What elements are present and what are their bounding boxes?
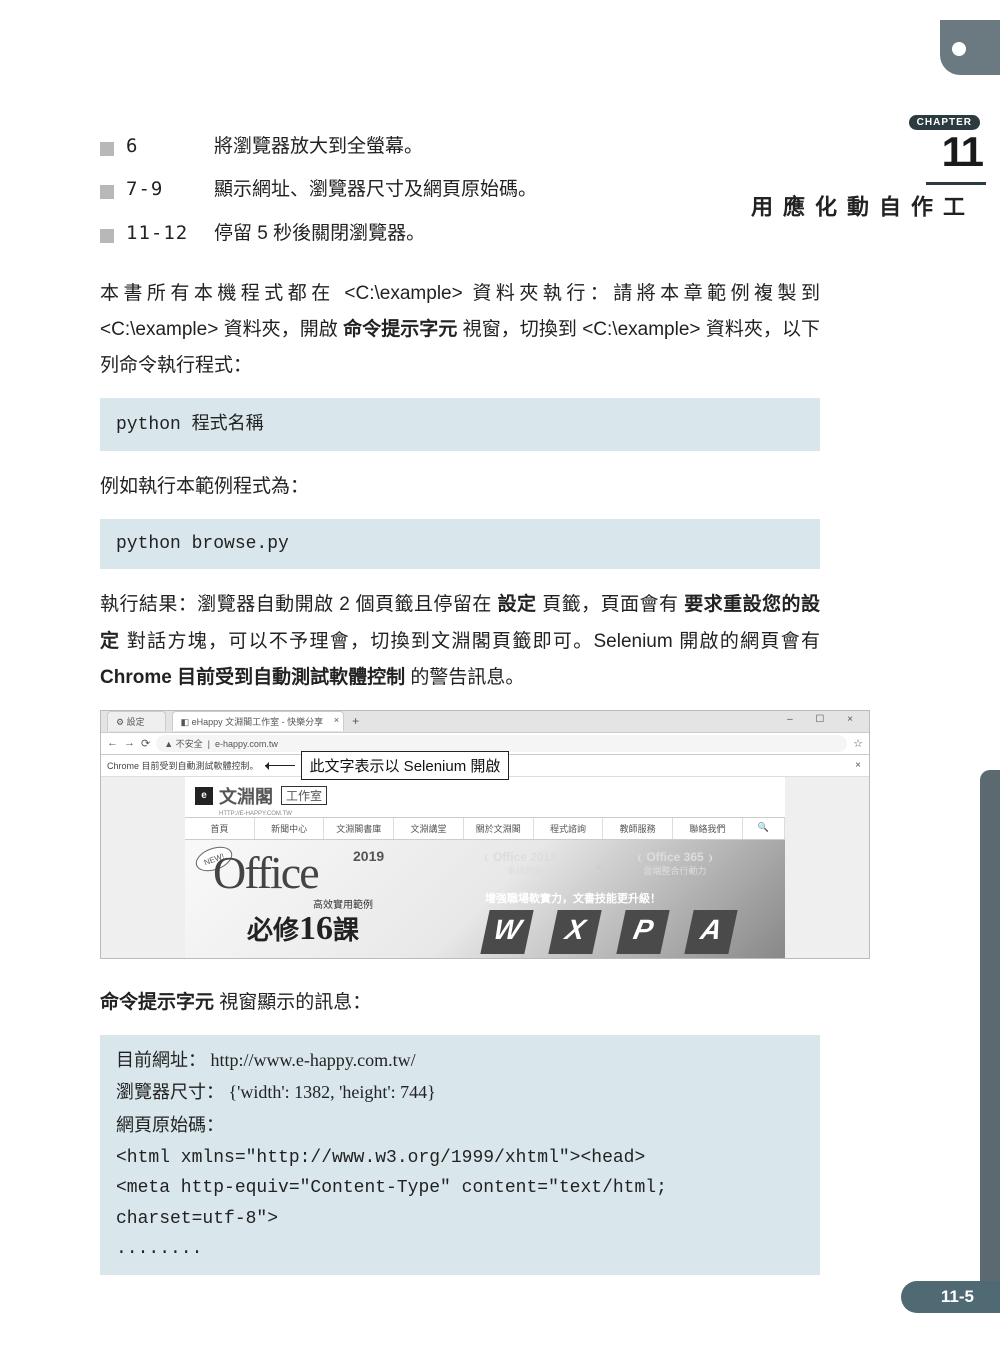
office-wordmark: Office xyxy=(213,846,318,899)
list-item: 7-9 顯示網址、瀏覽器尺寸及網頁原始碼。 xyxy=(100,173,820,206)
browser-tab-ehappy[interactable]: ◧ eHappy 文淵閣工作室 - 快樂分享 × xyxy=(172,711,345,731)
logo-mark-icon: e xyxy=(195,787,213,805)
hero-banner: NEW! Office 2019 高效實用範例 必修16課 ❨ Office 2… xyxy=(185,840,785,958)
nav-item[interactable]: 聯絡我們 xyxy=(673,818,743,839)
paragraph-cmd-output: 命令提示字元 視窗顯示的訊息： xyxy=(100,985,820,1021)
nav-item[interactable]: 首頁 xyxy=(185,818,255,839)
code-block-python-browse: python browse.py xyxy=(100,519,820,570)
laurel-right: ❨ Office 365 ❩ 雲端整合行動力 xyxy=(615,850,735,877)
nav-item[interactable]: 文淵講堂 xyxy=(394,818,464,839)
nav-item[interactable]: 程式諮詢 xyxy=(534,818,604,839)
line-desc: 顯示網址、瀏覽器尺寸及網頁原始碼。 xyxy=(214,174,537,206)
paragraph-result: 執行結果：瀏覽器自動開啟 2 個頁籤且停留在 設定 頁籤，頁面會有 要求重設您的… xyxy=(100,587,820,695)
app-letter-tiles: W X P A xyxy=(485,910,733,954)
square-bullet-icon xyxy=(100,229,114,243)
chapter-number: 11 xyxy=(942,128,982,176)
code-block-output: 目前網址： http://www.e-happy.com.tw/ 瀏覽器尺寸： … xyxy=(100,1035,820,1275)
automation-warning-text: Chrome 目前受到自動測試軟體控制。 xyxy=(107,759,259,772)
laurel-left: ❨ Office 2019 ❩ 重磅更新 xyxy=(465,850,585,877)
site-nav: 首頁 新聞中心 文淵閣書庫 文淵講堂 關於文淵閣 程式諮詢 教師服務 聯絡我們 … xyxy=(185,817,785,840)
search-icon[interactable]: 🔍 xyxy=(743,818,785,839)
page-number: 11-5 xyxy=(901,1281,1000,1313)
square-bullet-icon xyxy=(100,185,114,199)
list-item: 11-12 停留 5 秒後關閉瀏覽器。 xyxy=(100,217,820,250)
browser-screenshot: ⚙ 設定 ◧ eHappy 文淵閣工作室 - 快樂分享 × + – ☐ × ← … xyxy=(100,710,870,959)
side-dark-bar xyxy=(980,770,1000,1290)
side-notch-decoration xyxy=(940,20,1000,75)
list-item: 6 將瀏覽器放大到全螢幕。 xyxy=(100,130,820,163)
letter-tile: W xyxy=(480,910,533,954)
automation-info-bar: Chrome 目前受到自動測試軟體控制。 此文字表示以 Selenium 開啟 … xyxy=(101,755,869,777)
square-bullet-icon xyxy=(100,142,114,156)
line-explanation-list: 6 將瀏覽器放大到全螢幕。 7-9 顯示網址、瀏覽器尺寸及網頁原始碼。 11-1… xyxy=(100,130,820,250)
chapter-divider xyxy=(926,182,986,185)
line-desc: 將瀏覽器放大到全螢幕。 xyxy=(214,131,423,163)
nav-item[interactable]: 新聞中心 xyxy=(255,818,325,839)
tab-label: eHappy 文淵閣工作室 - 快樂分享 xyxy=(192,717,324,727)
favicon-icon: ◧ xyxy=(181,717,190,727)
banner-tagline: 增強職場軟實力，文書技能更升級！ xyxy=(485,890,661,906)
gear-icon: ⚙ xyxy=(116,717,124,727)
url-text: e-happy.com.tw xyxy=(215,739,278,749)
close-tab-icon[interactable]: × xyxy=(334,715,339,725)
tab-label: 設定 xyxy=(127,717,145,727)
page-content: 6 將瀏覽器放大到全螢幕。 7-9 顯示網址、瀏覽器尺寸及網頁原始碼。 11-1… xyxy=(0,0,880,1275)
letter-tile: X xyxy=(548,910,601,954)
website-content: e 文淵閣 工作室 HTTP://E-HAPPY.COM.TW 首頁 新聞中心 … xyxy=(101,777,869,958)
nav-item[interactable]: 關於文淵閣 xyxy=(464,818,534,839)
chapter-title: 工作自動化應用 xyxy=(744,195,968,220)
line-range: 11-12 xyxy=(126,217,214,249)
browser-titlebar: ⚙ 設定 ◧ eHappy 文淵閣工作室 - 快樂分享 × + – ☐ × xyxy=(101,711,869,733)
logo-text: 文淵閣 xyxy=(219,783,273,809)
banner-title: 必修16課 xyxy=(247,910,359,948)
line-desc: 停留 5 秒後關閉瀏覽器。 xyxy=(214,218,425,250)
window-controls[interactable]: – ☐ × xyxy=(787,714,863,725)
nav-item[interactable]: 文淵閣書庫 xyxy=(324,818,394,839)
site-logo-row: e 文淵閣 工作室 xyxy=(185,777,785,815)
annotation-callout: 此文字表示以 Selenium 開啟 xyxy=(301,751,510,780)
arrow-icon xyxy=(265,765,295,766)
new-tab-button[interactable]: + xyxy=(352,714,359,728)
nav-item[interactable]: 教師服務 xyxy=(603,818,673,839)
paragraph-setup: 本書所有本機程式都在 <C:\example> 資料夾執行：請將本章範例複製到 … xyxy=(100,276,820,384)
office-year: 2019 xyxy=(353,848,384,864)
reload-icon[interactable]: ⟳ xyxy=(141,737,150,750)
forward-icon[interactable]: → xyxy=(124,737,135,749)
url-field[interactable]: ▲ 不安全 | e-happy.com.tw xyxy=(156,735,847,752)
star-icon[interactable]: ☆ xyxy=(853,737,863,750)
laurel-separator: × xyxy=(595,860,602,874)
close-infobar-icon[interactable]: × xyxy=(855,760,861,771)
line-range: 6 xyxy=(126,130,214,162)
letter-tile: P xyxy=(616,910,669,954)
security-indicator: ▲ 不安全 xyxy=(164,739,202,749)
browser-tab-settings[interactable]: ⚙ 設定 xyxy=(107,711,166,731)
logo-subtitle: 工作室 xyxy=(281,786,327,805)
banner-subtitle: 高效實用範例 xyxy=(313,896,373,911)
line-range: 7-9 xyxy=(126,173,214,205)
back-icon[interactable]: ← xyxy=(107,737,118,749)
code-block-python-generic: python 程式名稱 xyxy=(100,398,820,451)
letter-tile: A xyxy=(684,910,737,954)
paragraph-example: 例如執行本範例程式為： xyxy=(100,469,820,505)
